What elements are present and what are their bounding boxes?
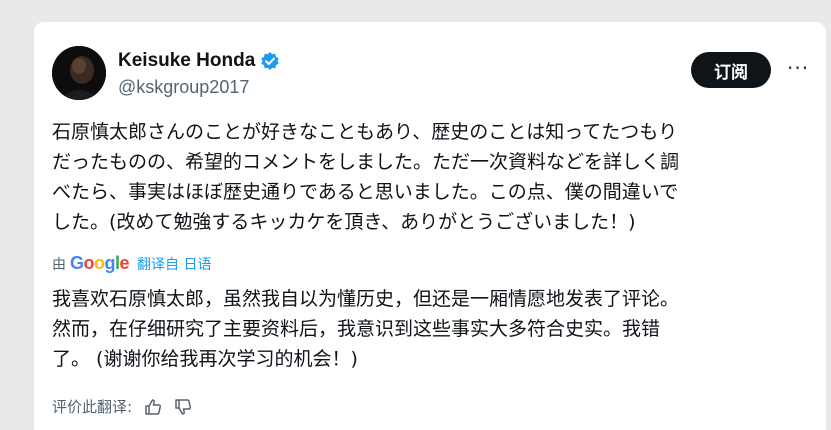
author-name-row: Keisuke Honda bbox=[118, 50, 280, 72]
author-name[interactable]: Keisuke Honda bbox=[118, 50, 255, 72]
more-options-icon[interactable]: ··· bbox=[787, 58, 809, 78]
google-logo-letter: e bbox=[119, 253, 130, 273]
google-logo-letter: o bbox=[94, 253, 105, 273]
tweet-line: した。(改めて勉強するキッカケを頂き、ありがとうございました！) bbox=[52, 211, 636, 233]
thumbs-down-icon[interactable] bbox=[174, 398, 192, 416]
verified-badge-icon bbox=[260, 51, 280, 71]
translated-line: 了。 (谢谢你给我再次学习的机会！) bbox=[52, 348, 358, 370]
translated-from-link[interactable]: 翻译自 日语 bbox=[137, 254, 211, 274]
rate-translation-row: 评价此翻译: bbox=[52, 396, 192, 417]
tweet-line: 石原慎太郎さんのことが好きなこともあり、歴史のことは知ってたつもり bbox=[52, 121, 678, 143]
avatar[interactable] bbox=[52, 46, 106, 100]
google-logo: Google bbox=[70, 253, 130, 274]
translated-line: 我喜欢石原慎太郎，虽然我自以为懂历史，但还是一厢情愿地发表了评论。 bbox=[52, 288, 680, 310]
google-logo-letter: g bbox=[104, 253, 116, 273]
google-logo-letter: o bbox=[83, 253, 95, 273]
rate-translation-label: 评价此翻译: bbox=[52, 398, 133, 416]
subscribe-button[interactable]: 订阅 bbox=[691, 52, 771, 88]
translation-attribution: 由 Google 翻译自 日语 bbox=[52, 253, 212, 274]
tweet-card: Keisuke Honda @kskgroup2017 订阅 ··· 石原慎太郎… bbox=[34, 22, 826, 430]
author-handle[interactable]: @kskgroup2017 bbox=[118, 77, 249, 98]
tweet-text: 石原慎太郎さんのことが好きなこともあり、歴史のことは知ってたつもり だったものの… bbox=[52, 117, 812, 237]
translated-line: 然而，在仔细研究了主要资料后，我意识到这些事实大多符合史实。我错 bbox=[52, 318, 661, 340]
translated-by-label: 由 bbox=[52, 256, 66, 273]
tweet-line: だったものの、希望的コメントをしました。ただ一次資料などを詳しく調 bbox=[52, 151, 680, 173]
google-logo-letter: G bbox=[70, 253, 84, 273]
thumbs-up-icon[interactable] bbox=[144, 398, 162, 416]
tweet-line: べたら、事実はほぼ歴史通りであると思いました。この点、僕の間違いで bbox=[52, 181, 679, 203]
translated-text: 我喜欢石原慎太郎，虽然我自以为懂历史，但还是一厢情愿地发表了评论。 然而，在仔细… bbox=[52, 284, 812, 374]
